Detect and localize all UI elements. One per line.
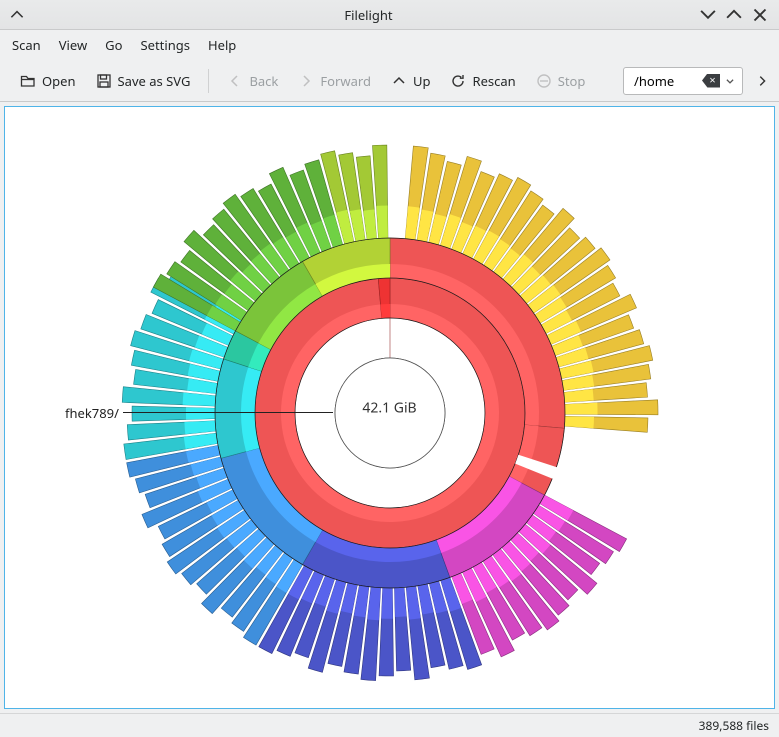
up-label: Up xyxy=(413,72,431,90)
open-button[interactable]: Open xyxy=(12,68,84,94)
dir-label-leader xyxy=(123,412,333,413)
forward-label: Forward xyxy=(320,72,371,90)
toolbar: Open Save as SVG Back Forward Up Rescan … xyxy=(0,60,779,102)
forward-button: Forward xyxy=(290,68,379,94)
rescan-button[interactable]: Rescan xyxy=(442,68,523,94)
close-button[interactable] xyxy=(749,4,771,26)
back-button: Back xyxy=(219,68,286,94)
clear-path-icon[interactable] xyxy=(702,74,720,88)
menu-view[interactable]: View xyxy=(59,36,87,54)
open-label: Open xyxy=(42,72,76,90)
menu-scan[interactable]: Scan xyxy=(12,36,41,54)
toolbar-overflow-button[interactable] xyxy=(751,67,773,95)
path-dropdown-icon[interactable] xyxy=(722,76,738,86)
maximize-button[interactable] xyxy=(723,4,745,26)
save-svg-button[interactable]: Save as SVG xyxy=(88,68,199,94)
path-input[interactable] xyxy=(632,71,702,91)
status-file-count: 389,588 files xyxy=(699,717,769,734)
back-label: Back xyxy=(249,72,278,90)
toolbar-separator xyxy=(208,69,209,93)
menu-go[interactable]: Go xyxy=(105,36,122,54)
statusbar: 389,588 files xyxy=(0,713,779,737)
dir-label: fhek789/ xyxy=(65,404,119,422)
menubar: Scan View Go Settings Help xyxy=(0,30,779,60)
path-input-container[interactable] xyxy=(623,67,743,95)
rescan-label: Rescan xyxy=(472,72,515,90)
center-size-label: 42.1 GiB xyxy=(362,398,416,417)
titlebar-expand-icon[interactable] xyxy=(8,6,26,24)
menu-help[interactable]: Help xyxy=(208,36,236,54)
window-title: Filelight xyxy=(44,6,693,24)
up-button[interactable]: Up xyxy=(383,68,439,94)
menu-settings[interactable]: Settings xyxy=(141,36,190,54)
titlebar: Filelight xyxy=(0,0,779,30)
save-svg-label: Save as SVG xyxy=(118,72,191,90)
sunburst-viewport[interactable]: 42.1 GiB fhek789/ xyxy=(4,106,775,709)
stop-button: Stop xyxy=(528,68,594,94)
stop-label: Stop xyxy=(558,72,586,90)
minimize-button[interactable] xyxy=(697,4,719,26)
